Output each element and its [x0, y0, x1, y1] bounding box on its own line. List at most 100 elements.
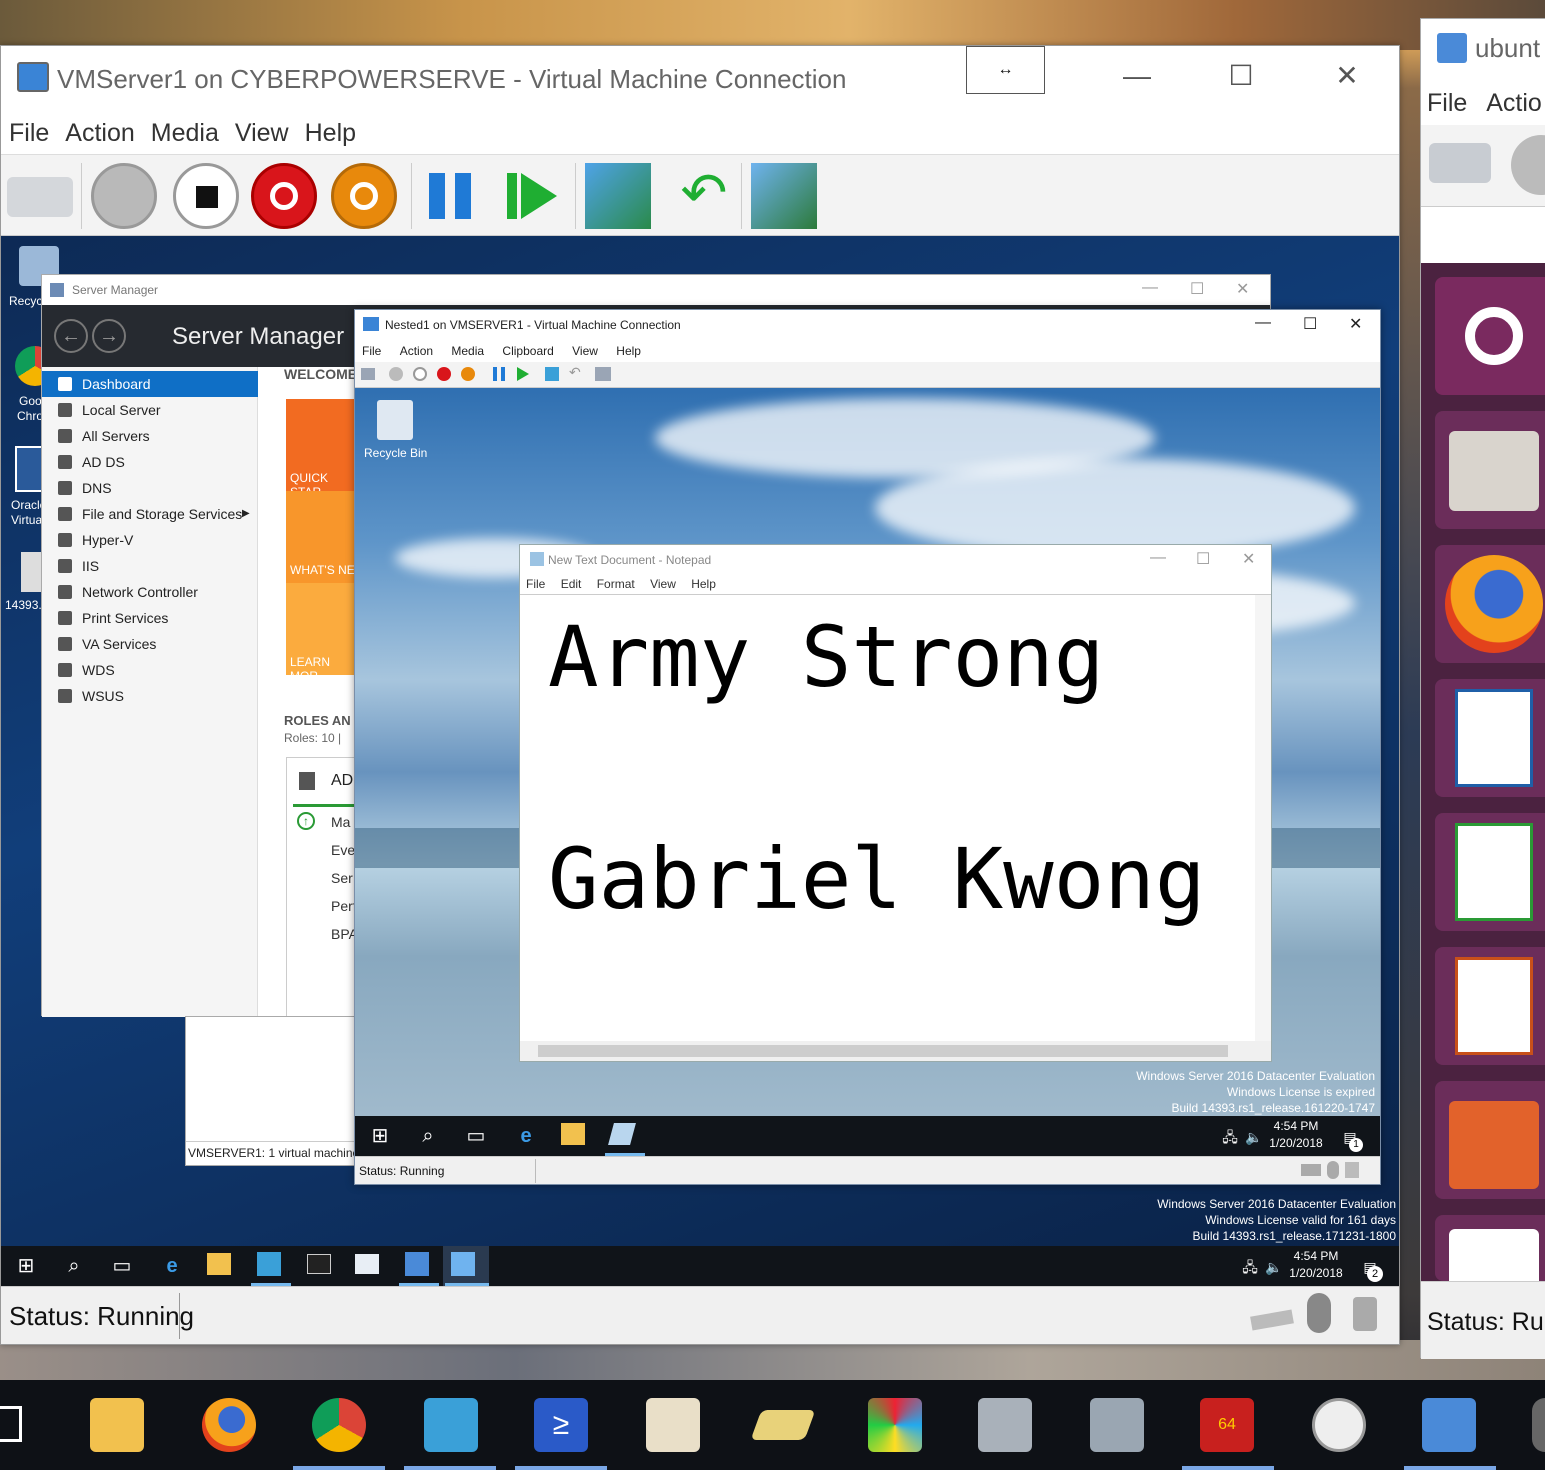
- maximize-button[interactable]: ☐: [1211, 56, 1271, 96]
- task-view-icon[interactable]: ▭: [461, 1121, 491, 1151]
- hyper-v-manager-icon[interactable]: [405, 1252, 429, 1276]
- save-state-icon[interactable]: [331, 163, 397, 229]
- scrollbar-thumb[interactable]: [538, 1045, 1228, 1057]
- drive-tool-icon[interactable]: [750, 1410, 816, 1440]
- chrome-icon[interactable]: [312, 1398, 366, 1452]
- sm-maximize-button[interactable]: ☐: [1190, 279, 1204, 299]
- menu-media[interactable]: Media: [451, 344, 484, 358]
- menu-clipboard[interactable]: Clipboard: [502, 344, 553, 358]
- shapes-tool-icon[interactable]: [868, 1398, 922, 1452]
- resume-icon[interactable]: [517, 367, 529, 381]
- file-explorer-icon[interactable]: [561, 1123, 585, 1145]
- ubuntu-dash-icon[interactable]: [1435, 277, 1545, 395]
- sidebar-item-local-server[interactable]: Local Server: [42, 397, 258, 423]
- menu-help[interactable]: Help: [305, 112, 356, 154]
- menu-format[interactable]: Format: [597, 577, 635, 591]
- vm2-minimize-button[interactable]: —: [1255, 314, 1271, 332]
- nested1-connection-window[interactable]: Nested1 on VMSERVER1 - Virtual Machine C…: [354, 309, 1381, 1185]
- whats-new-tile[interactable]: WHAT'S NE: [286, 491, 356, 583]
- sidebar-item-ad-ds[interactable]: AD DS: [42, 449, 258, 475]
- checkpoint-icon[interactable]: [585, 163, 651, 229]
- role-row[interactable]: Ser: [331, 870, 353, 886]
- hyper-v-manager-icon[interactable]: [1422, 1398, 1476, 1452]
- firefox-icon[interactable]: [202, 1398, 256, 1452]
- shutdown-icon[interactable]: [437, 367, 451, 381]
- file-explorer-icon[interactable]: [90, 1398, 144, 1452]
- turn-off-icon[interactable]: [413, 367, 427, 381]
- hyper-v-manager-window[interactable]: VMSERVER1: 1 virtual machine: [185, 1016, 357, 1166]
- ubuntu-vm-window[interactable]: ubunt File Actio Status: Ru: [1420, 18, 1545, 1359]
- vm2-maximize-button[interactable]: ☐: [1303, 314, 1317, 334]
- menu-view[interactable]: View: [572, 344, 598, 358]
- software-center-icon[interactable]: [1435, 1081, 1545, 1199]
- server-tool-icon[interactable]: [978, 1398, 1032, 1452]
- menu-file[interactable]: File: [9, 112, 49, 154]
- server-manager-icon[interactable]: [424, 1398, 478, 1452]
- puzzle-64-icon[interactable]: 64: [1200, 1398, 1254, 1452]
- horizontal-scrollbar[interactable]: [520, 1041, 1271, 1061]
- scroll-tool-icon[interactable]: [646, 1398, 700, 1452]
- notepad-window[interactable]: New Text Document - Notepad — ☐ ✕ File E…: [519, 544, 1272, 1062]
- enhanced-session-icon[interactable]: [751, 163, 817, 229]
- vm2-close-button[interactable]: ✕: [1349, 314, 1362, 334]
- back-icon[interactable]: ←: [54, 319, 88, 353]
- pause-icon[interactable]: [493, 367, 505, 381]
- sidebar-item-dns[interactable]: DNS: [42, 475, 258, 501]
- role-row[interactable]: Perf: [331, 898, 357, 914]
- libreoffice-impress-icon[interactable]: [1435, 947, 1545, 1065]
- files-icon[interactable]: [1435, 411, 1545, 529]
- menu-file[interactable]: File: [1427, 89, 1467, 117]
- vm1-clock[interactable]: 4:54 PM 1/20/2018: [1281, 1248, 1351, 1282]
- vm2-guest-screen[interactable]: Recycle Bin New Text Document - Notepad …: [355, 388, 1380, 1156]
- ctrl-alt-del-icon[interactable]: [7, 177, 73, 217]
- shutdown-icon[interactable]: [251, 163, 317, 229]
- powershell-icon[interactable]: ≥: [534, 1398, 588, 1452]
- window-icon[interactable]: [355, 1254, 379, 1274]
- sidebar-item-wsus[interactable]: WSUS: [42, 683, 258, 709]
- sidebar-item-dashboard[interactable]: Dashboard: [42, 371, 258, 397]
- search-icon[interactable]: ⌕: [413, 1121, 443, 1151]
- role-row[interactable]: Ma: [331, 814, 350, 830]
- sm-close-button[interactable]: ✕: [1236, 279, 1249, 299]
- menu-view[interactable]: View: [650, 577, 676, 591]
- cmd-icon[interactable]: [307, 1254, 331, 1274]
- menu-help[interactable]: Help: [691, 577, 716, 591]
- network-server-icon[interactable]: [1090, 1398, 1144, 1452]
- start-icon[interactable]: [389, 367, 403, 381]
- menu-action[interactable]: Actio: [1486, 89, 1542, 117]
- pause-icon[interactable]: [425, 163, 491, 229]
- menu-edit[interactable]: Edit: [561, 577, 582, 591]
- vm1-guest-screen[interactable]: Recyc Goo Chro Oracle Virtua 14393.0 Ser…: [1, 236, 1399, 1286]
- sidebar-item-hyper-v[interactable]: Hyper-V: [42, 527, 258, 553]
- vm-connection-taskbar-icon[interactable]: [451, 1252, 475, 1276]
- firefox-icon[interactable]: [1435, 545, 1545, 663]
- notepad-taskbar-icon[interactable]: [608, 1123, 636, 1145]
- minimize-button[interactable]: —: [1107, 56, 1167, 96]
- save-state-icon[interactable]: [461, 367, 475, 381]
- learn-more-tile[interactable]: LEARN MOR: [286, 583, 356, 683]
- sidebar-item-va-services[interactable]: VA Services: [42, 631, 258, 657]
- internet-explorer-icon[interactable]: e: [511, 1121, 541, 1151]
- vertical-scrollbar[interactable]: [1255, 595, 1271, 1041]
- windows-start-icon[interactable]: ⊞: [365, 1121, 395, 1151]
- menu-help[interactable]: Help: [616, 344, 641, 358]
- amazon-icon[interactable]: [1435, 1215, 1545, 1281]
- role-row[interactable]: Eve: [331, 842, 355, 858]
- start-icon[interactable]: [1511, 135, 1545, 195]
- np-close-button[interactable]: ✕: [1242, 549, 1255, 569]
- sidebar-item-file-storage[interactable]: File and Storage Services ▶: [42, 501, 258, 527]
- recycle-bin-icon[interactable]: [377, 400, 413, 440]
- ctrl-alt-del-icon[interactable]: [361, 368, 375, 380]
- vmserver1-connection-window[interactable]: VMServer1 on CYBERPOWERSERVE - Virtual M…: [0, 45, 1400, 1345]
- revert-icon[interactable]: ↶: [569, 364, 581, 381]
- forward-icon[interactable]: →: [92, 319, 126, 353]
- ctrl-alt-del-icon[interactable]: [1429, 143, 1491, 183]
- sidebar-item-wds[interactable]: WDS: [42, 657, 258, 683]
- resize-indicator-icon[interactable]: ↔: [966, 46, 1045, 94]
- menu-file[interactable]: File: [526, 577, 545, 591]
- close-button[interactable]: ✕: [1317, 56, 1377, 96]
- server-manager-taskbar-icon[interactable]: [257, 1252, 281, 1276]
- file-explorer-icon[interactable]: [207, 1253, 231, 1275]
- sidebar-item-iis[interactable]: IIS: [42, 553, 258, 579]
- sidebar-item-print-services[interactable]: Print Services: [42, 605, 258, 631]
